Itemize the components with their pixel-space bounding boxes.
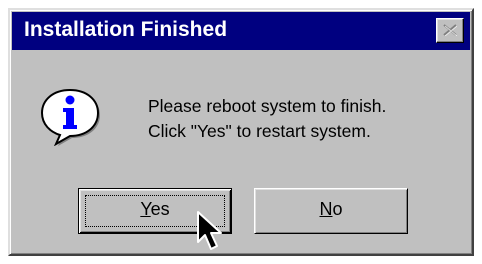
message-line-2: Click "Yes" to restart system. xyxy=(148,121,371,141)
no-button[interactable]: No xyxy=(254,188,408,234)
yes-label-rest: es xyxy=(150,199,170,219)
message-text: Please reboot system to finish. Click "Y… xyxy=(148,94,386,144)
yes-mnemonic: Y xyxy=(140,199,151,219)
close-icon xyxy=(443,24,457,36)
no-mnemonic: N xyxy=(319,199,333,219)
no-label-rest: o xyxy=(332,199,343,219)
title-bar[interactable]: Installation Finished xyxy=(12,12,470,50)
window-title: Installation Finished xyxy=(24,18,228,41)
message-line-1: Please reboot system to finish. xyxy=(148,96,387,116)
no-button-label: No xyxy=(319,199,342,219)
yes-button-label: Yes xyxy=(140,199,169,219)
mouse-pointer-icon xyxy=(197,211,222,250)
close-button[interactable] xyxy=(436,18,464,43)
installation-dialog: Installation Finished Please reboot syst… xyxy=(8,8,474,256)
info-icon xyxy=(40,88,100,146)
